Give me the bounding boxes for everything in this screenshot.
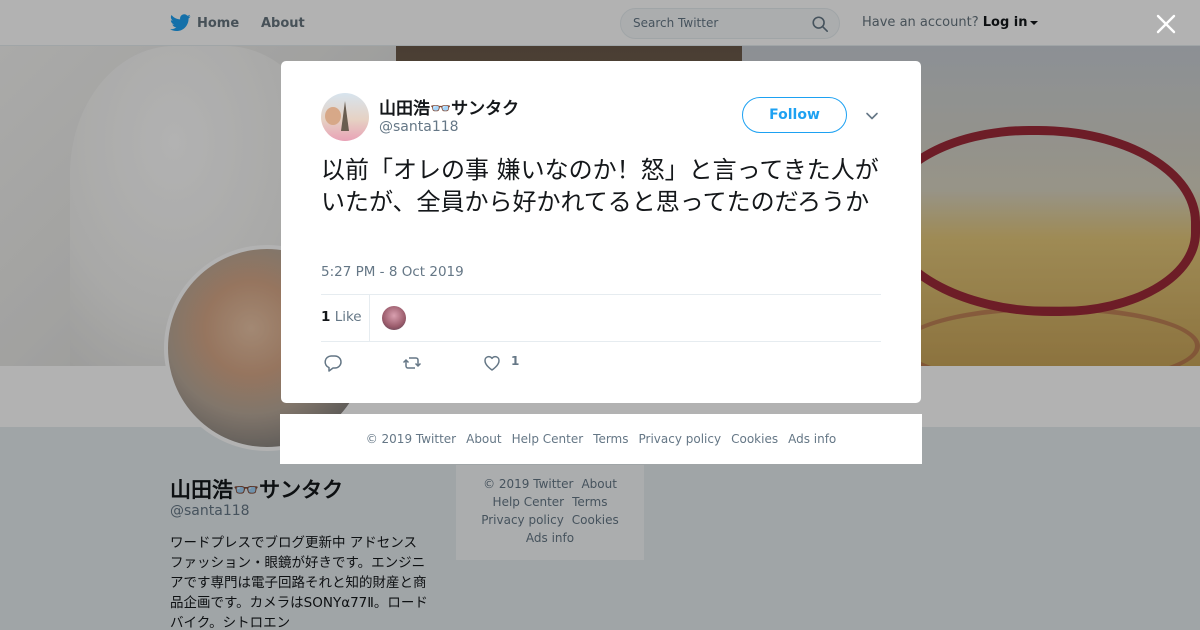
footer-terms[interactable]: Terms bbox=[593, 432, 628, 446]
footer-cookies[interactable]: Cookies bbox=[731, 432, 778, 446]
like-stat[interactable]: 1 Like bbox=[321, 309, 362, 325]
heart-icon[interactable] bbox=[482, 353, 502, 373]
tweet-timestamp[interactable]: 5:27 PM - 8 Oct 2019 bbox=[321, 264, 464, 280]
liker-avatar[interactable] bbox=[382, 306, 406, 330]
follow-button[interactable]: Follow bbox=[742, 97, 847, 133]
chevron-down-icon[interactable] bbox=[865, 109, 879, 123]
modal-footer: © 2019 Twitter About Help Center Terms P… bbox=[280, 414, 922, 464]
like-action-count: 1 bbox=[511, 354, 520, 368]
stats-divider bbox=[369, 295, 370, 341]
tweet-stats: 1 Like bbox=[321, 294, 881, 342]
tweet-modal: 山田浩👓サンタク @santa118 Follow 以前「オレの事 嫌いなのか！… bbox=[281, 61, 921, 403]
like-stat-count: 1 bbox=[321, 309, 331, 325]
like-stat-label: Like bbox=[334, 309, 362, 325]
tweet-actions: 1 bbox=[321, 351, 881, 375]
tweet-author-avatar[interactable] bbox=[321, 93, 369, 141]
close-icon[interactable] bbox=[1155, 13, 1177, 35]
tweet-author-name[interactable]: 山田浩👓サンタク bbox=[379, 94, 519, 119]
retweet-icon[interactable] bbox=[402, 353, 422, 373]
tweet-author-handle[interactable]: @santa118 bbox=[379, 119, 459, 135]
footer-about[interactable]: About bbox=[466, 432, 501, 446]
reply-icon[interactable] bbox=[323, 353, 343, 373]
footer-privacy-policy[interactable]: Privacy policy bbox=[639, 432, 722, 446]
footer-help-center[interactable]: Help Center bbox=[512, 432, 584, 446]
tweet-text: 以前「オレの事 嫌いなのか！怒」と言ってきた人がいたが、全員から好かれてると思っ… bbox=[321, 156, 879, 216]
footer-copyright: © 2019 Twitter bbox=[365, 432, 457, 446]
footer-ads-info[interactable]: Ads info bbox=[788, 432, 836, 446]
